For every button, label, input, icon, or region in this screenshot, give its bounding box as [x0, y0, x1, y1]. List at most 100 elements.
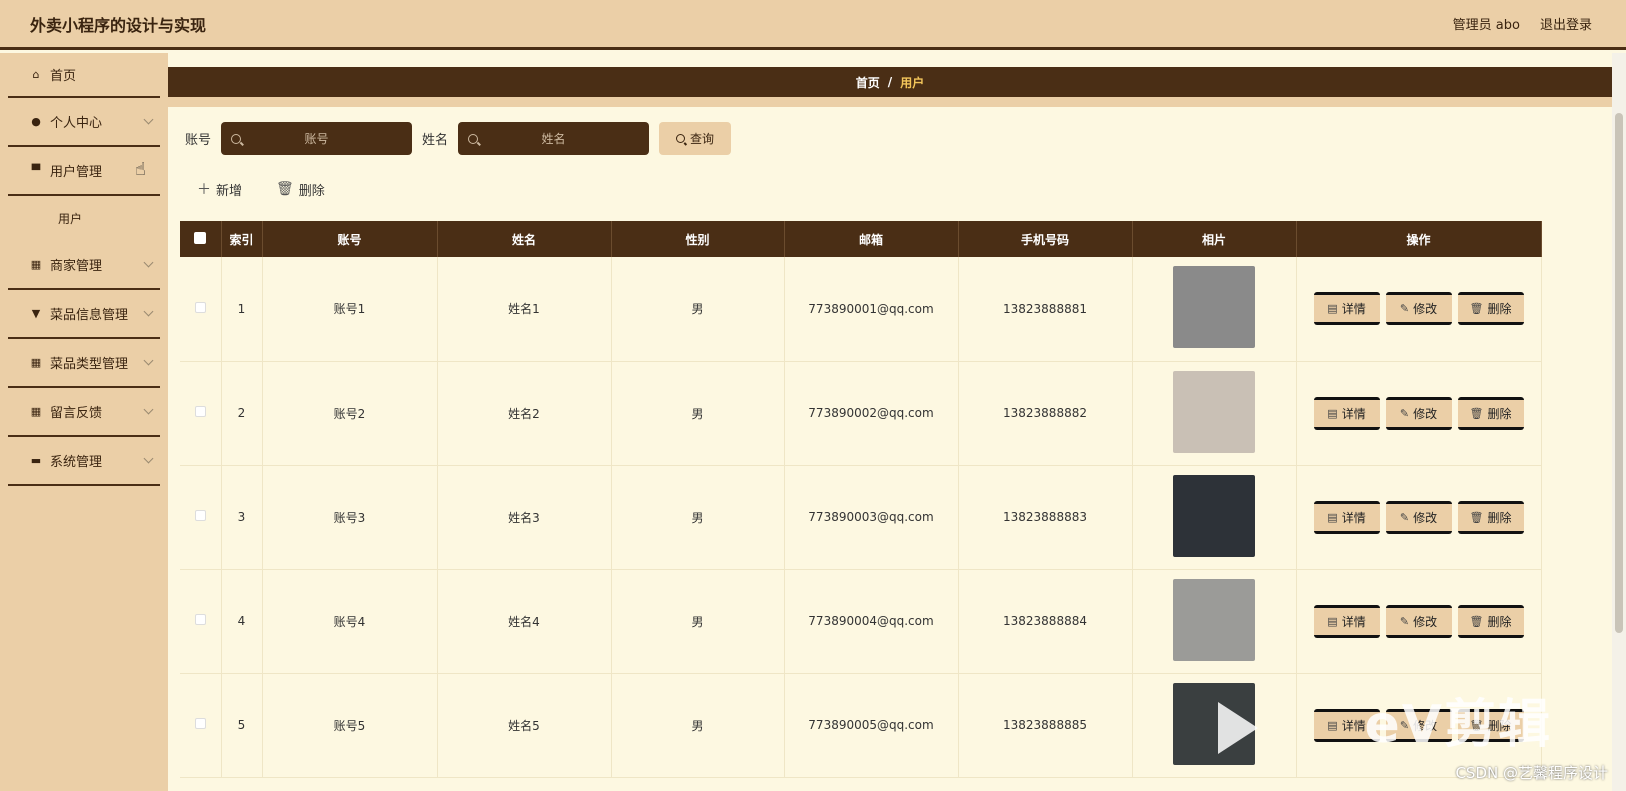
edit-button[interactable]: ✎ 修改	[1385, 500, 1452, 534]
pencil-icon: ✎	[1399, 302, 1410, 316]
cell-name: 姓名2	[437, 361, 612, 466]
scrollbar-thumb[interactable]	[1615, 113, 1623, 633]
search-icon	[468, 133, 479, 144]
edit-button[interactable]: ✎ 修改	[1385, 396, 1452, 430]
document-icon: ▤	[1327, 406, 1338, 420]
row-select-cell[interactable]	[180, 361, 222, 466]
name-search-input[interactable]: 姓名	[458, 122, 650, 155]
edit-button[interactable]: ✎ 修改	[1385, 604, 1452, 638]
user-table: 索引 账号 姓名 性别 邮箱 手机号码 相片 操作 1 账号1 姓名1 男 773890…	[180, 221, 1542, 778]
sidebar-item-user-management[interactable]: ▀ 用户管理 ☝	[8, 147, 160, 196]
row-select-cell[interactable]	[180, 673, 222, 778]
cell-operations: ▤ 详情 ✎ 修改 🗑 删除	[1296, 361, 1542, 466]
table-row: 1 账号1 姓名1 男 773890001@qq.com 13823888881 ▤ 详情 ✎ 修…	[180, 257, 1542, 362]
grid-icon: ▦	[30, 258, 42, 271]
logout-link[interactable]: 退出登录	[1540, 14, 1592, 33]
table-header-row: 索引 账号 姓名 性别 邮箱 手机号码 相片 操作	[180, 221, 1542, 257]
document-icon: ▤	[1327, 302, 1338, 316]
cell-operations: ▤ 详情 ✎ 修改 🗑 删除	[1296, 673, 1542, 778]
detail-button[interactable]: ▤ 详情	[1313, 292, 1380, 326]
trash-icon: 🗑	[1469, 510, 1484, 524]
trash-icon: 🗑	[1469, 718, 1484, 732]
row-select-cell[interactable]	[180, 569, 222, 674]
row-checkbox[interactable]	[194, 406, 206, 417]
cell-index: 2	[221, 361, 263, 466]
chevron-down-icon	[143, 257, 154, 268]
add-button[interactable]: ＋ 新增	[197, 179, 242, 199]
user-photo[interactable]	[1173, 370, 1255, 453]
cell-account: 账号2	[262, 361, 438, 466]
cell-account: 账号4	[262, 569, 438, 674]
row-checkbox[interactable]	[194, 718, 206, 729]
sidebar-item-home[interactable]: ⌂ 首页	[8, 53, 160, 98]
sidebar-item-dish-type[interactable]: ▦ 菜品类型管理	[8, 339, 160, 388]
row-select-cell[interactable]	[180, 257, 222, 362]
batch-delete-button[interactable]: 🗑 删除	[276, 179, 325, 199]
search-icon	[231, 133, 242, 144]
vertical-scrollbar[interactable]	[1612, 53, 1626, 791]
cell-index: 5	[221, 673, 263, 778]
sidebar-item-merchant[interactable]: ▦ 商家管理	[8, 241, 160, 290]
cell-phone: 13823888883	[958, 465, 1133, 570]
row-checkbox[interactable]	[194, 301, 206, 313]
delete-button-label: 删除	[1487, 406, 1512, 421]
account-label: 账号	[185, 133, 212, 148]
sidebar-item-profile[interactable]: ● 个人中心	[8, 98, 160, 147]
column-header: 手机号码	[958, 221, 1133, 257]
user-photo[interactable]	[1173, 682, 1255, 765]
query-button[interactable]: 查询	[659, 122, 732, 155]
detail-button[interactable]: ▤ 详情	[1313, 708, 1380, 742]
sidebar-item-label: 菜品类型管理	[50, 357, 129, 372]
cell-phone: 13823888885	[958, 673, 1133, 778]
user-photo[interactable]	[1173, 578, 1255, 661]
edit-button[interactable]: ✎ 修改	[1385, 292, 1452, 326]
table-row: 3 账号3 姓名3 男 773890003@qq.com 13823888883 ▤ 详情 ✎ 修…	[180, 465, 1542, 570]
delete-button[interactable]: 🗑 删除	[1457, 500, 1524, 534]
select-all-cell[interactable]	[180, 221, 222, 257]
chevron-down-icon	[143, 355, 154, 366]
trash-icon: 🗑	[276, 181, 294, 197]
account-search-input[interactable]: 账号	[221, 122, 413, 155]
pencil-icon: ✎	[1399, 406, 1410, 420]
delete-button[interactable]: 🗑 删除	[1457, 604, 1524, 638]
row-select-cell[interactable]	[180, 465, 222, 570]
cell-operations: ▤ 详情 ✎ 修改 🗑 删除	[1296, 569, 1542, 674]
column-header: 性别	[611, 221, 785, 257]
sidebar-item-system[interactable]: ▬ 系统管理	[8, 437, 160, 486]
cell-photo	[1132, 361, 1297, 466]
cell-name: 姓名5	[437, 673, 612, 778]
name-label: 姓名	[422, 133, 449, 148]
toolbar: ＋ 新增 🗑 删除	[197, 179, 325, 199]
detail-button[interactable]: ▤ 详情	[1313, 604, 1380, 638]
delete-button[interactable]: 🗑 删除	[1457, 708, 1524, 742]
row-checkbox[interactable]	[194, 510, 206, 521]
user-photo[interactable]	[1173, 474, 1255, 557]
user-photo[interactable]	[1173, 266, 1255, 349]
sidebar-item-label: 菜品信息管理	[50, 308, 129, 323]
folder-icon: ▀	[31, 164, 41, 177]
header-actions: 管理员 abo 退出登录	[1453, 14, 1592, 33]
detail-button[interactable]: ▤ 详情	[1313, 500, 1380, 534]
pencil-icon: ✎	[1399, 614, 1410, 628]
edit-button-label: 修改	[1413, 510, 1438, 525]
admin-user-label[interactable]: 管理员 abo	[1453, 14, 1520, 33]
edit-button-label: 修改	[1413, 406, 1438, 421]
chevron-down-icon	[143, 404, 154, 415]
sidebar-subitem-users[interactable]: 用户	[8, 196, 160, 241]
sidebar-item-feedback[interactable]: ▦ 留言反馈	[8, 388, 160, 437]
detail-button[interactable]: ▤ 详情	[1313, 396, 1380, 430]
plus-icon: ＋	[197, 182, 211, 198]
grid-icon: ▦	[30, 356, 42, 369]
cell-phone: 13823888881	[958, 257, 1133, 362]
edit-button[interactable]: ✎ 修改	[1385, 708, 1452, 742]
delete-button[interactable]: 🗑 删除	[1457, 292, 1524, 326]
sidebar-item-label: 用户管理	[50, 165, 103, 180]
cell-email: 773890001@qq.com	[784, 257, 959, 362]
breadcrumb-home[interactable]: 首页	[856, 74, 880, 91]
detail-button-label: 详情	[1341, 406, 1366, 421]
delete-button[interactable]: 🗑 删除	[1457, 396, 1524, 430]
row-checkbox[interactable]	[194, 614, 206, 625]
select-all-checkbox[interactable]	[194, 231, 207, 244]
sidebar-item-dish-info[interactable]: ▼ 菜品信息管理	[8, 290, 160, 339]
cell-gender: 男	[611, 569, 785, 674]
